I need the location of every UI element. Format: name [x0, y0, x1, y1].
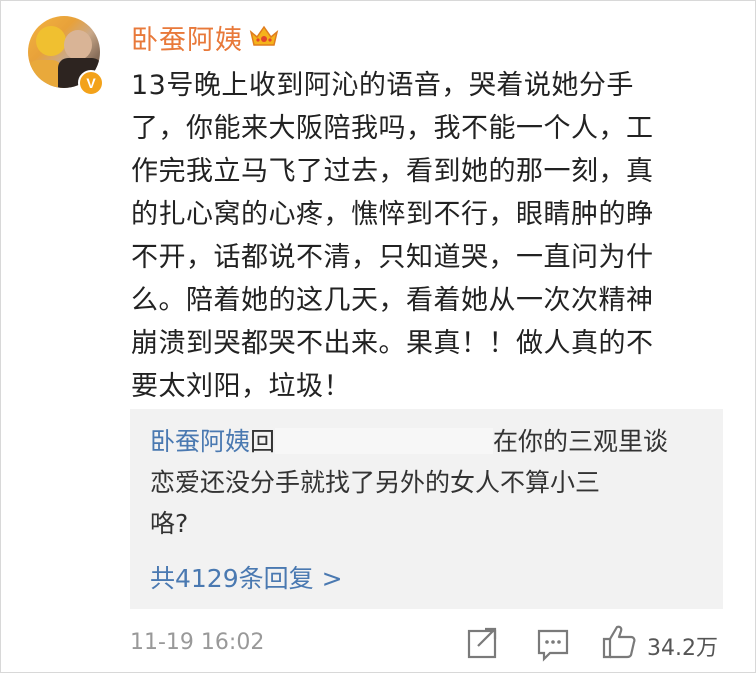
blurred-region — [275, 428, 494, 454]
more-replies-link[interactable]: 共4129条回复 > — [150, 559, 343, 595]
reply-text: 卧蚕阿姨回 在你的三观里谈 恋爱还没分手就找了另外的女人不算小三 咯? — [150, 421, 710, 544]
reply-prefix: 回 — [250, 427, 276, 456]
reply-author[interactable]: 卧蚕阿姨 — [150, 427, 250, 456]
comment-icon[interactable] — [536, 622, 570, 662]
like-count: 34.2万 — [647, 636, 718, 661]
thumbs-up-icon — [602, 625, 636, 659]
post-timestamp: 11-19 16:02 — [130, 630, 265, 655]
post-body: 13号晚上收到阿沁的语音，哭着说她分手 了，你能来大阪陪我吗，我不能一个人，工 … — [131, 70, 654, 402]
post-username[interactable]: 卧蚕阿姨 — [131, 18, 243, 57]
share-icon[interactable] — [466, 622, 500, 662]
verified-badge-icon: V — [78, 70, 104, 96]
reply-preview[interactable]: 卧蚕阿姨回 在你的三观里谈 恋爱还没分手就找了另外的女人不算小三 咯? 共4129… — [130, 409, 723, 609]
crown-icon — [249, 25, 279, 46]
like-button[interactable]: 34.2万 — [601, 622, 731, 662]
